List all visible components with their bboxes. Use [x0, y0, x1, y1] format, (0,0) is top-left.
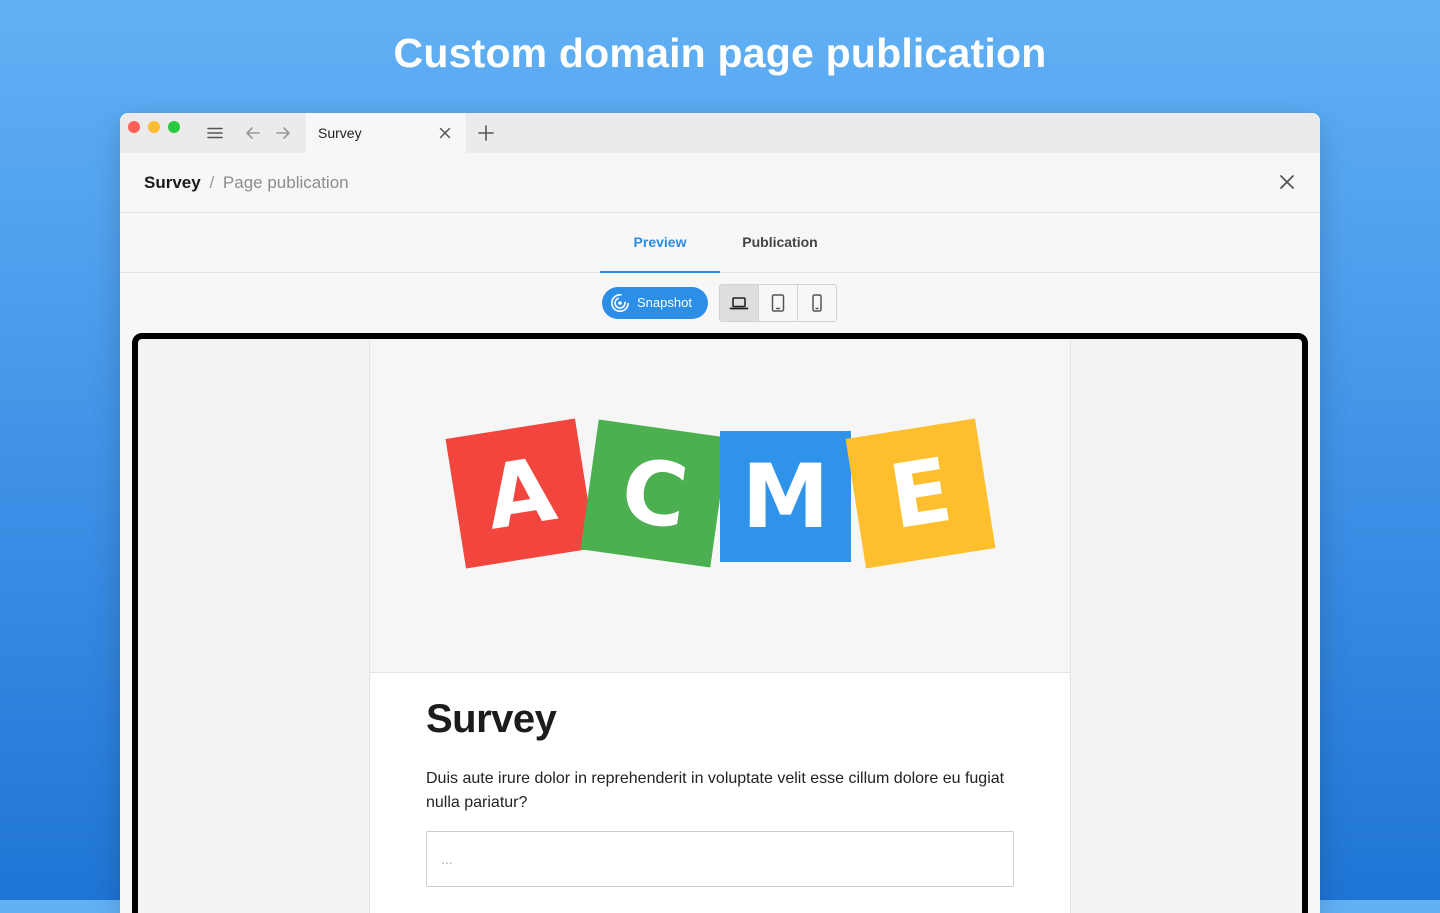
- new-tab-plus-icon[interactable]: [476, 123, 496, 143]
- title-bar: Survey: [120, 113, 1320, 153]
- window-zoom-button[interactable]: [168, 121, 180, 133]
- logo-letter-m: M: [720, 431, 851, 562]
- hero-title: Custom domain page publication: [393, 30, 1047, 76]
- forward-arrow-icon[interactable]: [273, 123, 293, 143]
- page-header: Survey / Page publication: [120, 153, 1320, 213]
- tablet-view-button[interactable]: [759, 285, 798, 321]
- tab-preview[interactable]: Preview: [600, 213, 720, 273]
- tab-bar: Preview Publication: [120, 213, 1320, 273]
- phone-view-button[interactable]: [798, 285, 836, 321]
- close-tab-icon[interactable]: [435, 123, 455, 143]
- breadcrumb-page-publication: Page publication: [222, 173, 349, 192]
- tablet-icon: [771, 294, 785, 312]
- survey-answer-input[interactable]: [426, 831, 1014, 887]
- breadcrumb-separator: /: [209, 173, 215, 192]
- page-hero: A C M E: [370, 339, 1070, 673]
- phone-icon: [812, 294, 822, 312]
- tab-title: Survey: [318, 125, 362, 141]
- window-minimize-button[interactable]: [148, 121, 160, 133]
- tab-publication[interactable]: Publication: [730, 213, 830, 272]
- laptop-view-button[interactable]: [720, 285, 759, 321]
- laptop-icon: [729, 297, 749, 310]
- snapshot-label: Snapshot: [637, 295, 692, 310]
- back-arrow-icon[interactable]: [243, 123, 263, 143]
- logo-letter-e: E: [845, 418, 996, 569]
- snapshot-icon: [610, 293, 630, 313]
- logo-letter-a: A: [445, 418, 596, 569]
- window-close-button[interactable]: [128, 121, 140, 133]
- close-icon[interactable]: [1276, 171, 1298, 193]
- logo-letter-c: C: [580, 419, 729, 568]
- menu-icon[interactable]: [205, 123, 225, 143]
- device-switcher: [719, 284, 837, 322]
- breadcrumb-survey[interactable]: Survey: [144, 173, 201, 192]
- survey-title: Survey: [426, 697, 557, 741]
- preview-page: A C M E Survey Duis aute irure dolor in …: [369, 339, 1071, 913]
- preview-frame: A C M E Survey Duis aute irure dolor in …: [132, 333, 1308, 913]
- survey-question: Duis aute irure dolor in reprehenderit i…: [426, 770, 1005, 811]
- browser-window: Survey Survey / Page publication Preview…: [120, 113, 1320, 913]
- breadcrumb: Survey / Page publication: [144, 173, 349, 193]
- snapshot-button[interactable]: Snapshot: [602, 287, 708, 319]
- browser-tab[interactable]: Survey: [306, 113, 466, 153]
